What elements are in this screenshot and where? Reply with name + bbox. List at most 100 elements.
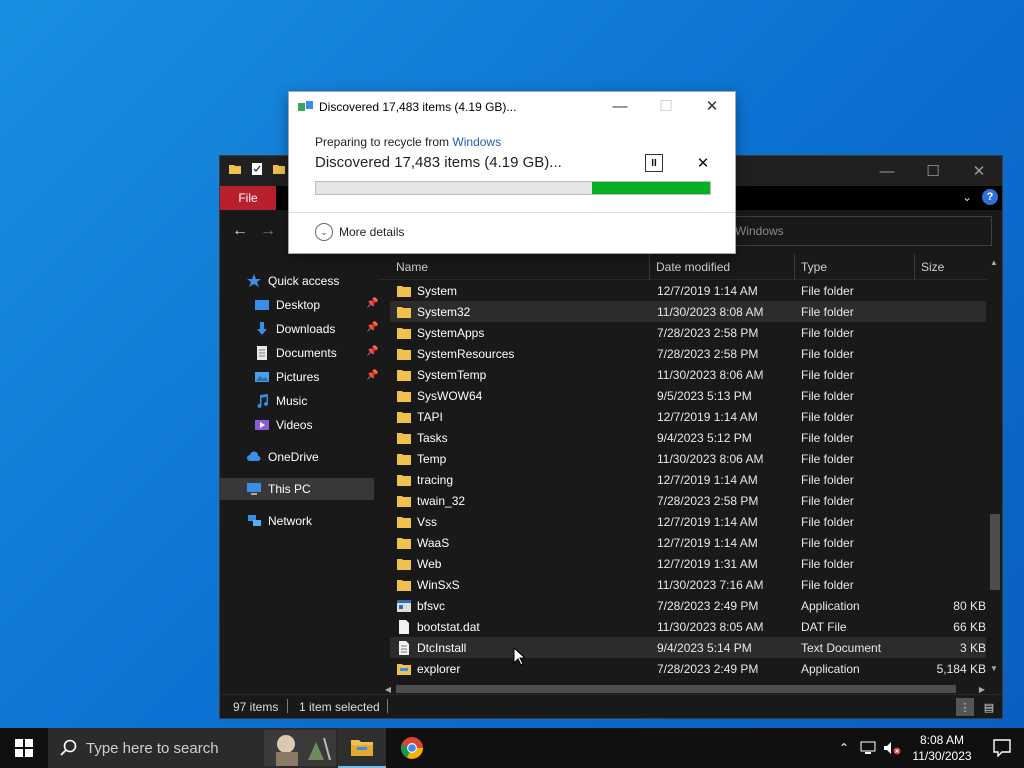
close-button[interactable]: ✕ <box>689 92 735 120</box>
action-center-button[interactable] <box>980 739 1024 757</box>
file-type: File folder <box>801 388 854 403</box>
column-header-size[interactable]: Size <box>915 254 988 280</box>
file-row[interactable]: System32 11/30/2023 8:08 AM File folder <box>390 301 986 322</box>
file-row[interactable]: Tasks 9/4/2023 5:12 PM File folder <box>390 427 986 448</box>
file-row[interactable]: Vss 12/7/2019 1:14 AM File folder <box>390 511 986 532</box>
help-icon[interactable]: ? <box>982 189 998 205</box>
start-button[interactable] <box>0 728 48 768</box>
taskbar-file-explorer[interactable] <box>338 728 386 768</box>
computer-icon <box>247 483 261 495</box>
file-type: File folder <box>801 346 854 361</box>
volume-muted-icon[interactable] <box>880 741 904 755</box>
show-hidden-icons-chevron-up-icon[interactable]: ⌃ <box>832 741 856 755</box>
column-header-date-modified[interactable]: Date modified <box>650 254 795 280</box>
file-size <box>926 448 986 469</box>
large-icons-view-icon[interactable]: ▤ <box>980 698 998 716</box>
file-date-modified: 12/7/2019 1:14 AM <box>657 514 758 529</box>
nav-item-desktop[interactable]: Desktop 📌 <box>254 294 378 316</box>
file-name: SystemResources <box>417 346 515 361</box>
taskbar-clock[interactable]: 8:08 AM 11/30/2023 <box>904 732 980 764</box>
pin-icon[interactable]: 📌 <box>366 298 378 312</box>
file-size <box>926 280 986 301</box>
file-tab[interactable]: File <box>220 186 276 210</box>
file-type: File folder <box>801 430 854 445</box>
vertical-scroll-thumb[interactable] <box>990 514 1000 590</box>
horizontal-scroll-thumb[interactable] <box>396 685 956 693</box>
file-date-modified: 7/28/2023 2:49 PM <box>657 598 759 613</box>
file-name: Tasks <box>417 430 448 445</box>
nav-item-videos[interactable]: Videos <box>254 414 312 436</box>
file-row[interactable]: twain_32 7/28/2023 2:58 PM File folder <box>390 490 986 511</box>
nav-item-onedrive[interactable]: OneDrive <box>246 446 319 468</box>
minimize-button[interactable]: — <box>864 156 910 186</box>
file-type: File folder <box>801 325 854 340</box>
back-arrow-icon[interactable]: ← <box>232 222 248 240</box>
file-row[interactable]: bootstat.dat 11/30/2023 8:05 AM DAT File 66… <box>390 616 986 637</box>
file-row[interactable]: WinSxS 11/30/2023 7:16 AM File folder <box>390 574 986 595</box>
view-toggle: ⋮ ▤ <box>956 698 998 716</box>
pin-icon[interactable]: 📌 <box>366 346 378 360</box>
source-folder-link[interactable]: Windows <box>452 135 501 149</box>
file-row[interactable]: SysWOW64 9/5/2023 5:13 PM File folder <box>390 385 986 406</box>
minimize-button[interactable]: — <box>597 92 643 120</box>
folder-icon <box>397 307 411 318</box>
search-input[interactable]: Windows <box>720 216 992 246</box>
star-icon <box>247 274 261 287</box>
cancel-button[interactable]: ✕ <box>694 154 712 172</box>
file-row[interactable]: tracing 12/7/2019 1:14 AM File folder <box>390 469 986 490</box>
file-size <box>926 511 986 532</box>
file-row[interactable]: explorer 7/28/2023 2:49 PM Application 5,18… <box>390 658 986 679</box>
file-name: WinSxS <box>417 577 460 592</box>
file-row[interactable]: SystemTemp 11/30/2023 8:06 AM File folder <box>390 364 986 385</box>
search-highlight-illustration-icon[interactable] <box>264 730 336 766</box>
forward-arrow-icon[interactable]: → <box>260 222 276 240</box>
dialog-title-bar[interactable]: Discovered 17,483 items (4.19 GB)... — ☐… <box>289 92 735 120</box>
file-row[interactable]: TAPI 12/7/2019 1:14 AM File folder <box>390 406 986 427</box>
nav-item-this-pc[interactable]: This PC <box>220 478 374 500</box>
vertical-scrollbar[interactable]: ▲ ▼ <box>988 254 1000 674</box>
file-type: Text Document <box>801 640 882 655</box>
maximize-button[interactable]: ☐ <box>910 156 956 186</box>
file-name: SystemTemp <box>417 367 487 382</box>
scroll-up-arrow-icon[interactable]: ▲ <box>988 256 1000 268</box>
nav-item-quick-access[interactable]: Quick access <box>246 270 339 292</box>
pause-button[interactable]: II <box>645 154 663 172</box>
taskbar-chrome[interactable] <box>388 728 436 768</box>
properties-icon[interactable] <box>250 162 264 176</box>
folder-icon <box>397 370 411 381</box>
taskbar-search-box[interactable]: Type here to search <box>48 728 340 768</box>
file-type: File folder <box>801 409 854 424</box>
file-row[interactable]: bfsvc 7/28/2023 2:49 PM Application 80 KB <box>390 595 986 616</box>
explorer-window-controls: — ☐ ✕ <box>864 156 1002 186</box>
file-row[interactable]: SystemApps 7/28/2023 2:58 PM File folder <box>390 322 986 343</box>
more-details-toggle[interactable]: ⌄ More details <box>315 223 404 241</box>
pin-icon[interactable]: 📌 <box>366 370 378 384</box>
close-button[interactable]: ✕ <box>956 156 1002 186</box>
pin-icon[interactable]: 📌 <box>366 322 378 336</box>
folder-icon <box>397 580 411 591</box>
file-date-modified: 9/5/2023 5:13 PM <box>657 388 752 403</box>
clock-time: 8:08 AM <box>919 733 965 747</box>
nav-item-network[interactable]: Network <box>246 510 312 532</box>
column-header-name[interactable]: Name <box>390 254 650 280</box>
nav-item-downloads[interactable]: Downloads 📌 <box>254 318 378 340</box>
file-row[interactable]: System 12/7/2019 1:14 AM File folder <box>390 280 986 301</box>
details-view-icon[interactable]: ⋮ <box>956 698 974 716</box>
file-row[interactable]: Web 12/7/2019 1:31 AM File folder <box>390 553 986 574</box>
dialog-window-controls: — ☐ ✕ <box>597 92 735 120</box>
file-row[interactable]: Temp 11/30/2023 8:06 AM File folder <box>390 448 986 469</box>
network-icon[interactable] <box>856 741 880 755</box>
file-row[interactable]: SystemResources 7/28/2023 2:58 PM File fol… <box>390 343 986 364</box>
column-header-type[interactable]: Type <box>795 254 915 280</box>
nav-item-documents[interactable]: Documents 📌 <box>254 342 378 364</box>
file-name: Temp <box>417 451 447 466</box>
nav-item-pictures[interactable]: Pictures 📌 <box>254 366 378 388</box>
file-type: File folder <box>801 304 854 319</box>
ribbon-expand-chevron-icon[interactable]: ⌄ <box>962 190 972 204</box>
nav-item-music[interactable]: Music <box>254 390 307 412</box>
new-folder-icon[interactable] <box>272 162 286 176</box>
scroll-down-arrow-icon[interactable]: ▼ <box>988 662 1000 674</box>
file-name: explorer <box>417 661 461 676</box>
file-row[interactable]: WaaS 12/7/2019 1:14 AM File folder <box>390 532 986 553</box>
file-row[interactable]: DtcInstall 9/4/2023 5:14 PM Text Document 3… <box>390 637 986 658</box>
